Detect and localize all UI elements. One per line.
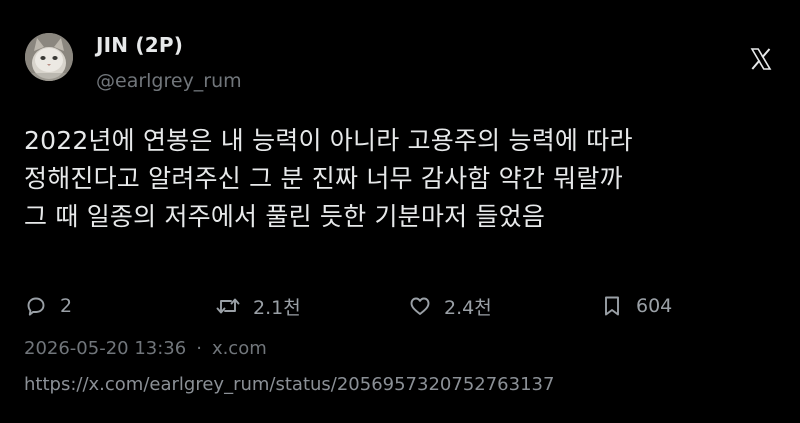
- reply-count: 2: [60, 295, 73, 317]
- tweet-card: JIN (2P) @earlgrey_rum 2022년에 연봉은 내 능력이 …: [0, 0, 800, 423]
- tweet-url[interactable]: https://x.com/earlgrey_rum/status/205695…: [24, 373, 554, 397]
- reply-button[interactable]: 2: [24, 288, 72, 324]
- repost-button[interactable]: 2.1천: [215, 288, 301, 324]
- timestamp[interactable]: 2026-05-20 13:36: [24, 338, 186, 359]
- heart-icon: [410, 297, 430, 315]
- x-logo-icon[interactable]: [749, 47, 773, 71]
- author-handle[interactable]: @earlgrey_rum: [96, 69, 242, 93]
- bookmark-count: 604: [636, 295, 673, 317]
- tweet-line: 그 때 일종의 저주에서 풀린 듯한 기분마저 들었음: [24, 202, 546, 231]
- meta-separator: ·: [196, 338, 202, 359]
- avatar[interactable]: [25, 33, 73, 81]
- cat-avatar-icon: [25, 33, 73, 81]
- author-name[interactable]: JIN (2P): [96, 33, 183, 57]
- bookmark-icon: [605, 296, 619, 316]
- like-button[interactable]: 2.4천: [408, 288, 492, 324]
- tweet-meta: 2026-05-20 13:36 · x.com: [24, 337, 267, 361]
- tweet-line: 정해진다고 알려주신 그 분 진짜 너무 감사함 약간 뭐랄까: [24, 164, 623, 193]
- repost-count: 2.1천: [253, 296, 301, 319]
- tweet-line: 2022년에 연봉은 내 능력이 아니라 고용주의 능력에 따라: [24, 126, 633, 155]
- tweet-text: 2022년에 연봉은 내 능력이 아니라 고용주의 능력에 따라 정해진다고 알…: [24, 122, 776, 236]
- like-count: 2.4천: [444, 296, 492, 319]
- action-bar: 2 2.1천 2.4천 604: [0, 288, 800, 324]
- bookmark-button[interactable]: 604: [600, 288, 672, 324]
- repost-icon: [216, 298, 240, 314]
- source-link[interactable]: x.com: [212, 338, 267, 359]
- reply-bubble-icon: [27, 297, 45, 316]
